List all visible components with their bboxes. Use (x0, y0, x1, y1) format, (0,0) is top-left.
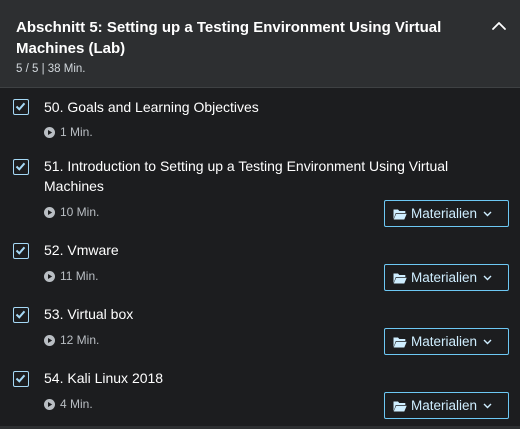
lecture-title[interactable]: 53. Virtual box (44, 304, 484, 324)
lecture-duration-text: 12 Min. (60, 333, 100, 347)
chevron-down-icon (483, 211, 492, 216)
completed-checkbox[interactable] (13, 371, 29, 387)
lecture-duration: 12 Min. (44, 333, 99, 347)
resources-button[interactable]: Materialien (384, 328, 509, 355)
lecture-duration: 4 Min. (44, 397, 93, 411)
play-icon (44, 206, 55, 218)
section-title: Abschnitt 5: Setting up a Testing Enviro… (16, 19, 442, 57)
folder-open-icon (393, 209, 407, 219)
resources-label: Materialien (411, 206, 478, 221)
lecture-duration: 10 Min. (44, 205, 99, 219)
lecture-item[interactable]: 51. Introduction to Setting up a Testing… (0, 152, 520, 227)
checkmark-icon (15, 374, 26, 383)
course-section: Abschnitt 5: Setting up a Testing Enviro… (0, 0, 520, 429)
lecture-duration-text: 11 Min. (60, 269, 99, 283)
resources-label: Materialien (411, 270, 478, 285)
folder-open-icon (393, 401, 407, 411)
lecture-item[interactable]: 50. Goals and Learning Objectives 1 Min. (0, 88, 520, 152)
lecture-duration: 11 Min. (44, 269, 98, 283)
chevron-down-icon (483, 403, 492, 408)
section-meta: 5 / 5 | 38 Min. (16, 63, 86, 75)
resources-label: Materialien (411, 398, 478, 413)
completed-checkbox[interactable] (13, 159, 29, 175)
chevron-down-icon (483, 275, 492, 280)
lecture-item[interactable]: 53. Virtual box 12 Min. Materialien (0, 296, 520, 360)
checkmark-icon (15, 310, 26, 319)
lecture-item[interactable]: 54. Kali Linux 2018 4 Min. Materialien (0, 360, 520, 424)
lecture-duration-text: 1 Min. (60, 125, 93, 139)
checkmark-icon (15, 102, 26, 111)
resources-button[interactable]: Materialien (384, 200, 509, 227)
lecture-title[interactable]: 51. Introduction to Setting up a Testing… (44, 156, 484, 196)
completed-checkbox[interactable] (13, 243, 29, 259)
play-icon (44, 334, 55, 346)
section-header[interactable]: Abschnitt 5: Setting up a Testing Enviro… (0, 0, 520, 88)
lecture-title[interactable]: 54. Kali Linux 2018 (44, 368, 484, 388)
chevron-up-icon[interactable] (490, 17, 508, 35)
folder-open-icon (393, 337, 407, 347)
chevron-down-icon (483, 339, 492, 344)
folder-open-icon (393, 273, 407, 283)
play-icon (44, 126, 55, 138)
checkmark-icon (15, 246, 26, 255)
resources-button[interactable]: Materialien (384, 392, 509, 419)
completed-checkbox[interactable] (13, 99, 29, 115)
lecture-duration-text: 10 Min. (60, 205, 100, 219)
lecture-duration-text: 4 Min. (60, 397, 93, 411)
play-icon (44, 398, 55, 410)
lecture-title[interactable]: 52. Vmware (44, 240, 484, 260)
lecture-duration: 1 Min. (44, 125, 93, 139)
resources-label: Materialien (411, 334, 478, 349)
resources-button[interactable]: Materialien (384, 264, 509, 291)
lecture-title[interactable]: 50. Goals and Learning Objectives (44, 97, 484, 117)
lecture-list: 50. Goals and Learning Objectives 1 Min.… (0, 88, 520, 429)
checkmark-icon (15, 162, 26, 171)
completed-checkbox[interactable] (13, 307, 29, 323)
play-icon (44, 270, 55, 282)
lecture-item[interactable]: 52. Vmware 11 Min. Materialien (0, 232, 520, 296)
